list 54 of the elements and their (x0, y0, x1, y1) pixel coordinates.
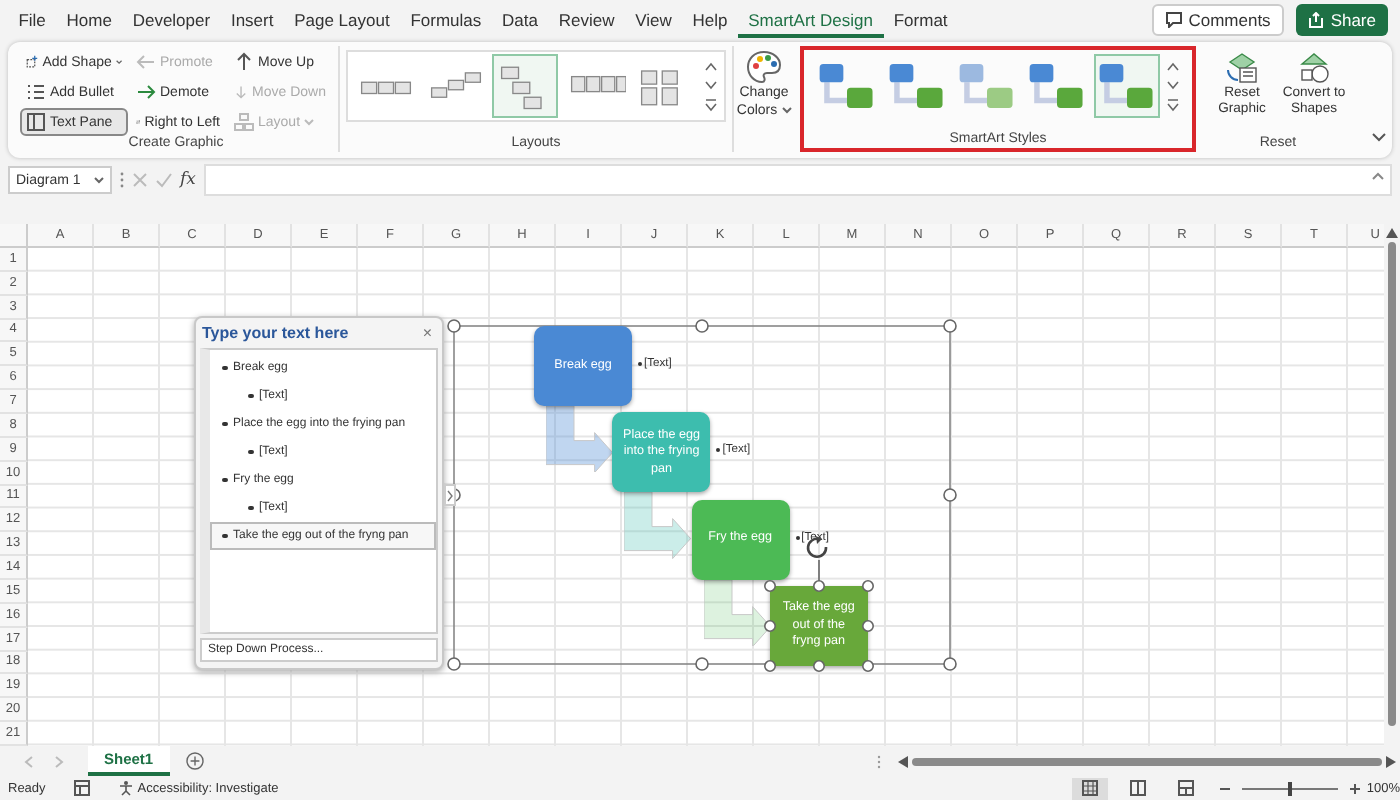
zoom-in-icon[interactable] (1350, 783, 1361, 793)
add-sheet-icon[interactable] (185, 752, 204, 770)
formula-input[interactable] (203, 164, 1392, 196)
ribbon-tab[interactable]: SmartArt Design (737, 3, 884, 37)
caret-icon (304, 118, 315, 126)
ribbon-tab[interactable]: Developer (122, 3, 221, 37)
ribbon-tab[interactable]: Home (56, 3, 123, 37)
ribbon-tab[interactable]: Format (883, 3, 958, 37)
macro-icon[interactable] (73, 780, 90, 796)
ribbon-tab[interactable]: Insert (220, 3, 284, 37)
style-thumbnail[interactable] (1094, 54, 1160, 118)
insert-function-button[interactable]: fx (180, 170, 196, 190)
bullet-list-icon (26, 82, 46, 102)
right-arrow-icon (136, 82, 156, 102)
view-button[interactable] (1072, 777, 1109, 799)
ribbon-tab[interactable]: Formulas (400, 3, 492, 37)
page-layout-view-icon (1130, 780, 1147, 796)
reset-graphic-icon (1224, 50, 1260, 86)
ribbon-tab[interactable]: File (8, 3, 57, 37)
horizontal-scrollbar[interactable] (876, 753, 1400, 769)
accessibility-icon[interactable] (117, 780, 134, 796)
down-arrow-icon (234, 82, 249, 102)
zoom-out-icon[interactable] (1220, 783, 1231, 793)
scroll-up-icon[interactable] (1386, 228, 1398, 238)
add-shape-icon (26, 52, 39, 72)
comment-icon (1166, 12, 1183, 28)
caret-icon (94, 176, 104, 184)
scroll-left-icon[interactable] (898, 755, 908, 767)
scroll-right-icon[interactable] (1386, 755, 1396, 767)
share-button[interactable]: Share (1296, 4, 1388, 36)
share-icon (1308, 12, 1325, 28)
layout-thumbnail[interactable] (492, 54, 558, 118)
comments-button[interactable]: Comments (1152, 4, 1285, 36)
convert-shapes-icon (1296, 50, 1332, 86)
ribbon-tab[interactable]: Data (491, 3, 549, 37)
pane-title: Type your text here (202, 324, 349, 342)
left-arrow-icon (136, 52, 156, 72)
palette-icon (746, 50, 782, 86)
expand-pane-button[interactable] (444, 484, 456, 506)
up-arrow-icon (234, 52, 254, 72)
normal-view-icon (1082, 780, 1099, 796)
ribbon-tab[interactable]: View (624, 3, 683, 37)
ribbon-tab[interactable]: Help (682, 3, 738, 37)
more-icon[interactable] (876, 753, 882, 769)
collapse-ribbon-icon[interactable] (1372, 132, 1386, 142)
ribbon-tab[interactable]: Page Layout (283, 3, 401, 37)
page-break-view-icon (1178, 780, 1195, 796)
caret-icon (781, 105, 792, 114)
caret-icon (115, 58, 122, 66)
expand-up-icon[interactable] (1372, 172, 1384, 180)
ribbon-tab[interactable]: Review (548, 3, 625, 37)
close-button[interactable]: × (418, 324, 436, 342)
hierarchy-icon (234, 112, 254, 132)
text-pane-icon (26, 112, 46, 132)
